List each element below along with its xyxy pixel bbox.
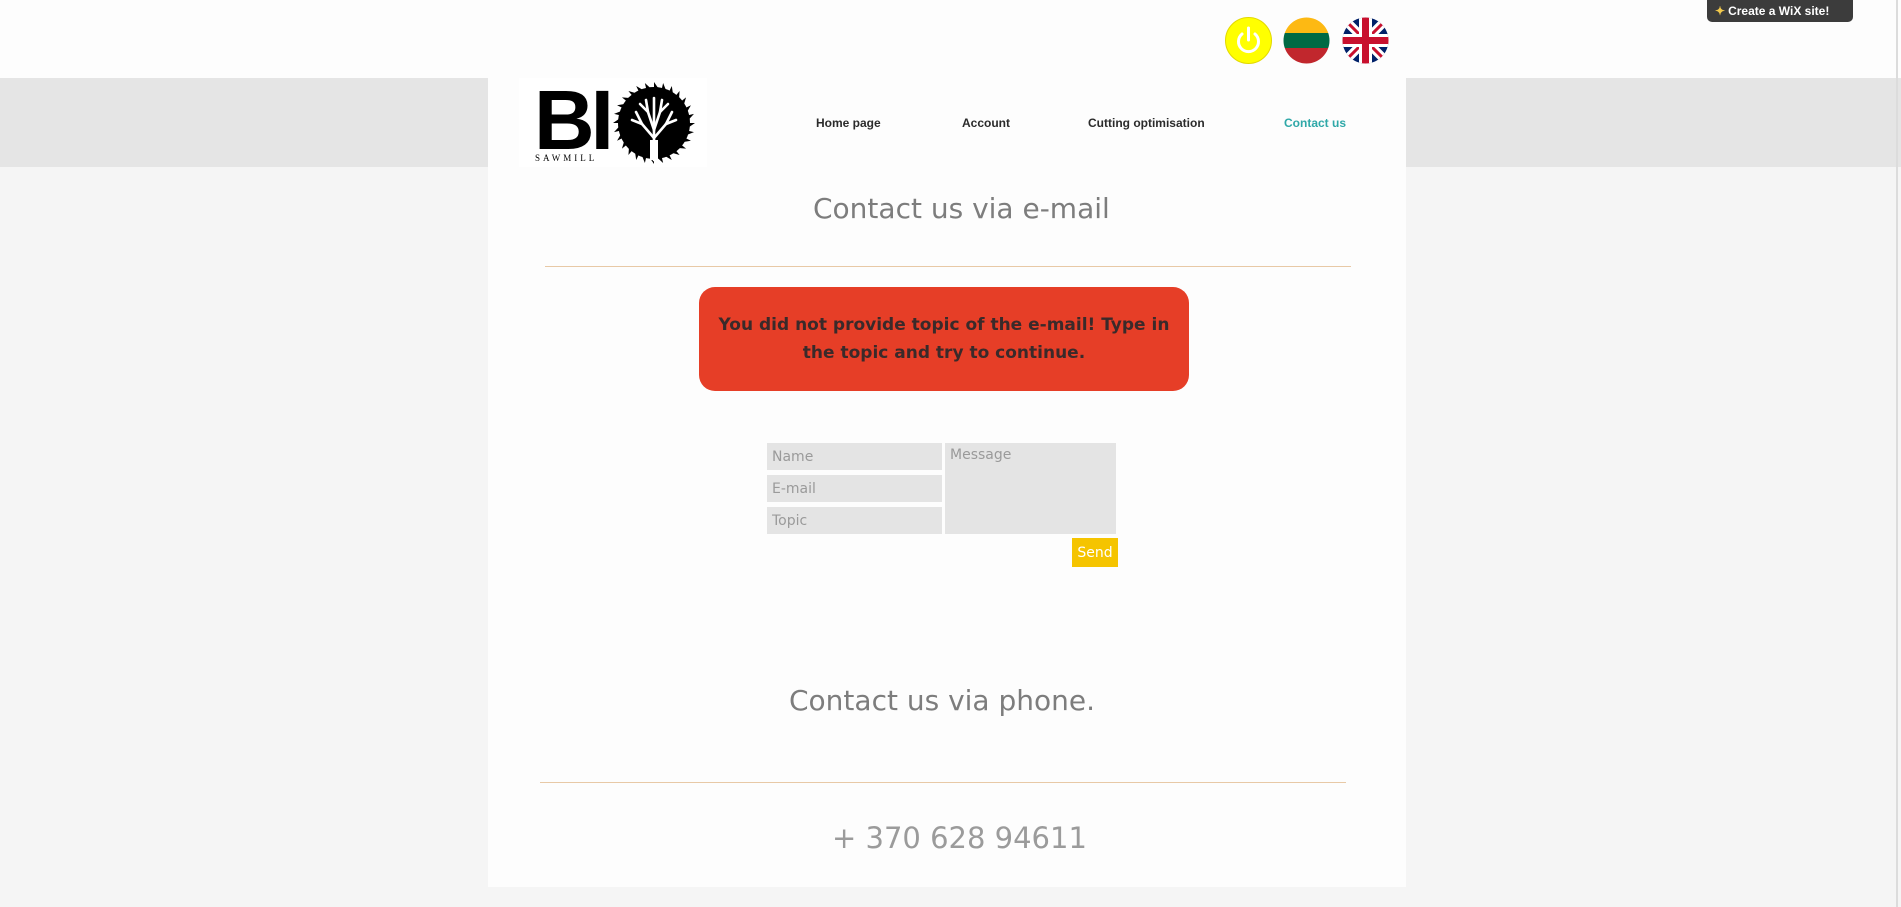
phone-number: + 370 628 94611 <box>832 821 1087 855</box>
email-section-title: Contact us via e-mail <box>813 192 1110 225</box>
language-lithuanian-button[interactable] <box>1283 17 1330 69</box>
nav-home-page[interactable]: Home page <box>816 116 881 130</box>
saw-tree-icon <box>613 82 695 164</box>
phone-section-divider <box>540 782 1346 783</box>
scrollbar[interactable] <box>1896 0 1898 907</box>
email-section-divider <box>545 266 1351 267</box>
wix-star-icon: ✦ <box>1715 4 1726 18</box>
language-english-button[interactable] <box>1342 17 1389 69</box>
name-input[interactable] <box>767 443 942 470</box>
uk-flag-icon <box>1342 17 1389 64</box>
power-icon <box>1225 17 1272 64</box>
send-button[interactable]: Send <box>1072 538 1118 567</box>
wix-badge-label: Create a WiX site! <box>1728 4 1830 18</box>
logo-subtitle: SAWMILL <box>535 153 598 163</box>
error-alert: You did not provide topic of the e-mail!… <box>699 287 1189 391</box>
phone-section-title: Contact us via phone. <box>789 684 1096 717</box>
email-input[interactable] <box>767 475 942 502</box>
nav-contact-us[interactable]: Contact us <box>1284 116 1346 130</box>
create-wix-site-button[interactable]: ✦ Create a WiX site! <box>1707 0 1853 22</box>
nav-cutting-optimisation[interactable]: Cutting optimisation <box>1088 116 1205 130</box>
nav-account[interactable]: Account <box>962 116 1010 130</box>
error-message: You did not provide topic of the e-mail!… <box>718 315 1170 363</box>
logo-title: BI <box>534 73 614 167</box>
power-button[interactable] <box>1225 17 1272 69</box>
topic-input[interactable] <box>767 507 942 534</box>
message-textarea[interactable] <box>945 443 1116 534</box>
lithuanian-flag-icon <box>1283 17 1330 64</box>
